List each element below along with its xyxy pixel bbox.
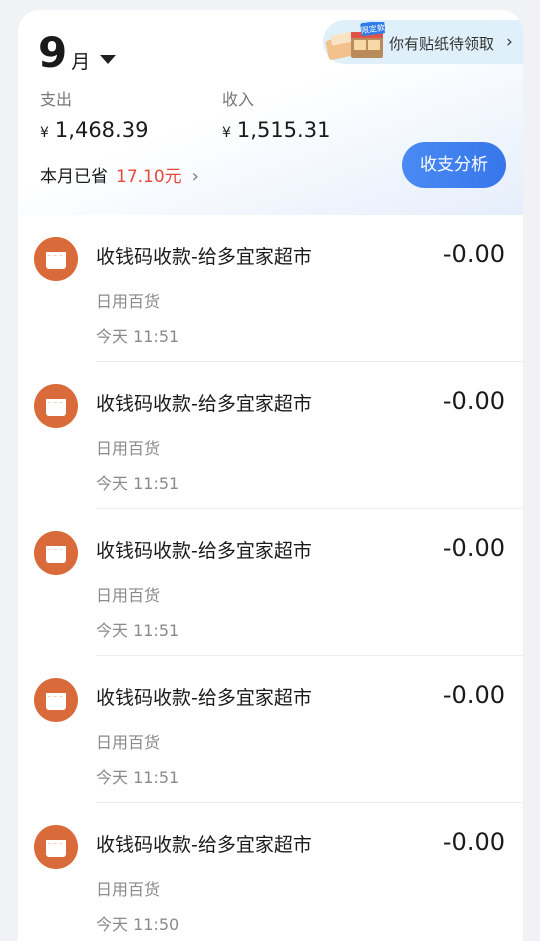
savings-label: 本月已省: [40, 167, 108, 187]
transaction-time: 今天 11:50: [96, 915, 180, 934]
income-label: 收入: [222, 90, 255, 109]
transaction-row[interactable]: 收钱码收款-给多宜家超市 日用百货 今天 11:51 -0.00: [18, 362, 523, 509]
currency-symbol: ¥: [222, 125, 231, 141]
expense-value: 1,468.39: [54, 118, 149, 142]
transaction-time: 今天 11:51: [96, 768, 180, 787]
store-icon: [34, 531, 78, 575]
transaction-time: 今天 11:51: [96, 621, 180, 640]
transaction-amount: -0.00: [442, 828, 505, 856]
month-selector[interactable]: 9 月: [38, 28, 117, 77]
sticker-promo-banner[interactable]: 限定款 你有贴纸待领取 ›: [323, 20, 523, 64]
store-icon: [34, 237, 78, 281]
store-icon: [34, 384, 78, 428]
analysis-button[interactable]: 收支分析: [402, 142, 506, 188]
bill-card: 9 月 限定款 你有贴纸待领取 › 支出 ¥1,468.39 收入 ¥ 1,51…: [18, 10, 523, 941]
chevron-right-icon: ›: [191, 166, 199, 187]
currency-symbol: ¥: [40, 125, 49, 141]
transaction-amount: -0.00: [442, 387, 505, 415]
savings-amount: 17.10元: [116, 167, 182, 187]
transaction-time: 今天 11:51: [96, 327, 180, 346]
transaction-category: 日用百货: [96, 292, 161, 311]
transaction-amount: -0.00: [442, 240, 505, 268]
month-summary: 9 月 限定款 你有贴纸待领取 › 支出 ¥1,468.39 收入 ¥ 1,51…: [18, 10, 523, 215]
transaction-category: 日用百货: [96, 880, 161, 899]
transaction-row[interactable]: 收钱码收款-给多宜家超市 日用百货 今天 11:51 -0.00: [18, 656, 523, 803]
transaction-time: 今天 11:51: [96, 474, 180, 493]
income-value: 1,515.31: [236, 118, 331, 142]
transaction-amount: -0.00: [442, 534, 505, 562]
transaction-title: 收钱码收款-给多宜家超市: [96, 246, 312, 268]
transaction-category: 日用百货: [96, 586, 161, 605]
income-amount: ¥1,515.31: [222, 118, 330, 142]
transaction-title: 收钱码收款-给多宜家超市: [96, 393, 312, 415]
sticker-gift-icon: 限定款: [325, 22, 385, 60]
transaction-list: 收钱码收款-给多宜家超市 日用百货 今天 11:51 -0.00 收钱码收款-给…: [18, 215, 523, 941]
expense-summary: 支出 ¥1,468.39: [40, 86, 148, 142]
caret-down-icon: [100, 55, 117, 64]
month-number: 9: [38, 28, 68, 77]
expense-amount: ¥1,468.39: [40, 118, 148, 142]
transaction-category: 日用百货: [96, 733, 161, 752]
transaction-title: 收钱码收款-给多宜家超市: [96, 834, 312, 856]
store-icon: [34, 825, 78, 869]
chevron-right-icon: ›: [506, 32, 513, 52]
expense-label: 支出: [40, 90, 73, 109]
transaction-row[interactable]: 收钱码收款-给多宜家超市 日用百货 今天 11:50 -0.00: [18, 803, 523, 941]
promo-label: 你有贴纸待领取: [389, 35, 495, 53]
monthly-savings[interactable]: 本月已省 17.10元 ›: [40, 162, 199, 187]
transaction-title: 收钱码收款-给多宜家超市: [96, 687, 312, 709]
transaction-amount: -0.00: [442, 681, 505, 709]
transaction-row[interactable]: 收钱码收款-给多宜家超市 日用百货 今天 11:51 -0.00: [18, 215, 523, 362]
transaction-category: 日用百货: [96, 439, 161, 458]
transaction-row[interactable]: 收钱码收款-给多宜家超市 日用百货 今天 11:51 -0.00: [18, 509, 523, 656]
month-unit: 月: [71, 51, 91, 73]
income-summary: 收入 ¥1,515.31: [222, 86, 330, 142]
store-icon: [34, 678, 78, 722]
transaction-title: 收钱码收款-给多宜家超市: [96, 540, 312, 562]
